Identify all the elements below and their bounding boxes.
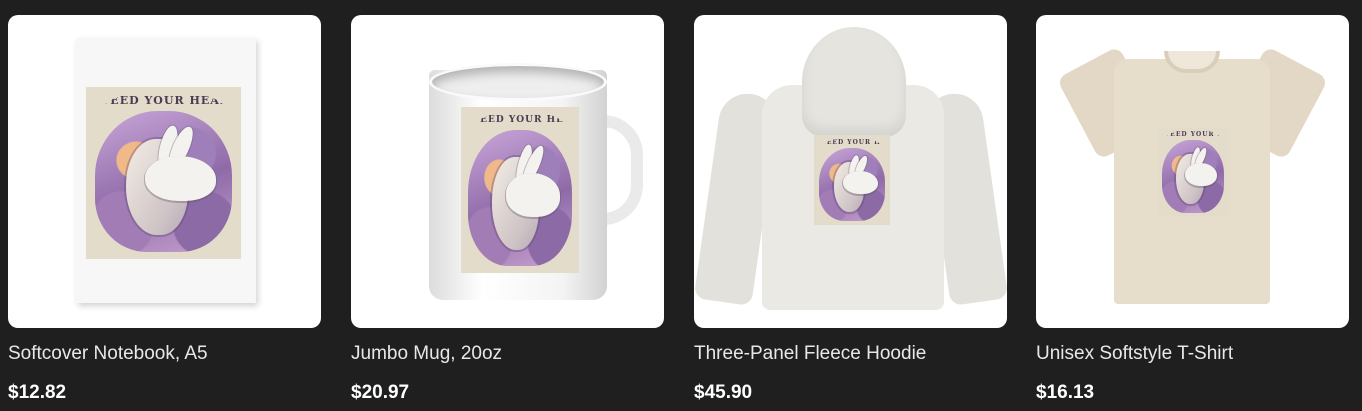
product-price: $16.13 bbox=[1036, 382, 1095, 403]
product-price: $20.97 bbox=[351, 382, 410, 403]
product-name[interactable]: Three-Panel Fleece Hoodie bbox=[694, 343, 926, 365]
product-price: $12.82 bbox=[8, 382, 67, 403]
product-image[interactable]: FEED YOUR HEAD bbox=[351, 15, 664, 328]
product-name[interactable]: Softcover Notebook, A5 bbox=[8, 343, 208, 365]
artwork-rabbit-head: FEED YOUR HEAD bbox=[86, 87, 241, 259]
product-card-notebook[interactable]: FEED YOUR HEAD Softcover Notebook, A5 $1… bbox=[8, 15, 321, 403]
hoodie-hood bbox=[802, 27, 906, 137]
artwork-banner-text: FEED YOUR HEAD bbox=[1165, 130, 1221, 138]
product-card-hoodie[interactable]: FEED YOUR HEAD Three-Panel Fleece Hoodie… bbox=[694, 15, 1007, 403]
product-name[interactable]: Jumbo Mug, 20oz bbox=[351, 343, 502, 365]
product-card-tshirt[interactable]: FEED YOUR HEAD Unisex Softstyle T-Shirt … bbox=[1036, 15, 1349, 403]
artwork-banner-text: FEED YOUR HEAD bbox=[472, 114, 567, 125]
artwork-rabbit-head: FEED YOUR HEAD bbox=[1158, 127, 1228, 217]
artwork-rabbit-head: FEED YOUR HEAD bbox=[814, 135, 890, 225]
mug-rim bbox=[429, 63, 607, 101]
artwork-rabbit-head: FEED YOUR HEAD bbox=[461, 107, 579, 273]
product-image[interactable]: FEED YOUR HEAD bbox=[8, 15, 321, 328]
artwork-banner-text: FEED YOUR HEAD bbox=[101, 94, 226, 108]
artwork-banner-text: FEED YOUR HEAD bbox=[821, 138, 883, 146]
product-grid: FEED YOUR HEAD Softcover Notebook, A5 $1… bbox=[0, 0, 1362, 411]
product-card-mug[interactable]: FEED YOUR HEAD Jumbo Mug, 20oz $20.97 bbox=[351, 15, 664, 403]
product-image[interactable]: FEED YOUR HEAD bbox=[1036, 15, 1349, 328]
product-name[interactable]: Unisex Softstyle T-Shirt bbox=[1036, 343, 1233, 365]
mug-handle bbox=[603, 115, 643, 225]
product-price: $45.90 bbox=[694, 382, 753, 403]
product-image[interactable]: FEED YOUR HEAD bbox=[694, 15, 1007, 328]
